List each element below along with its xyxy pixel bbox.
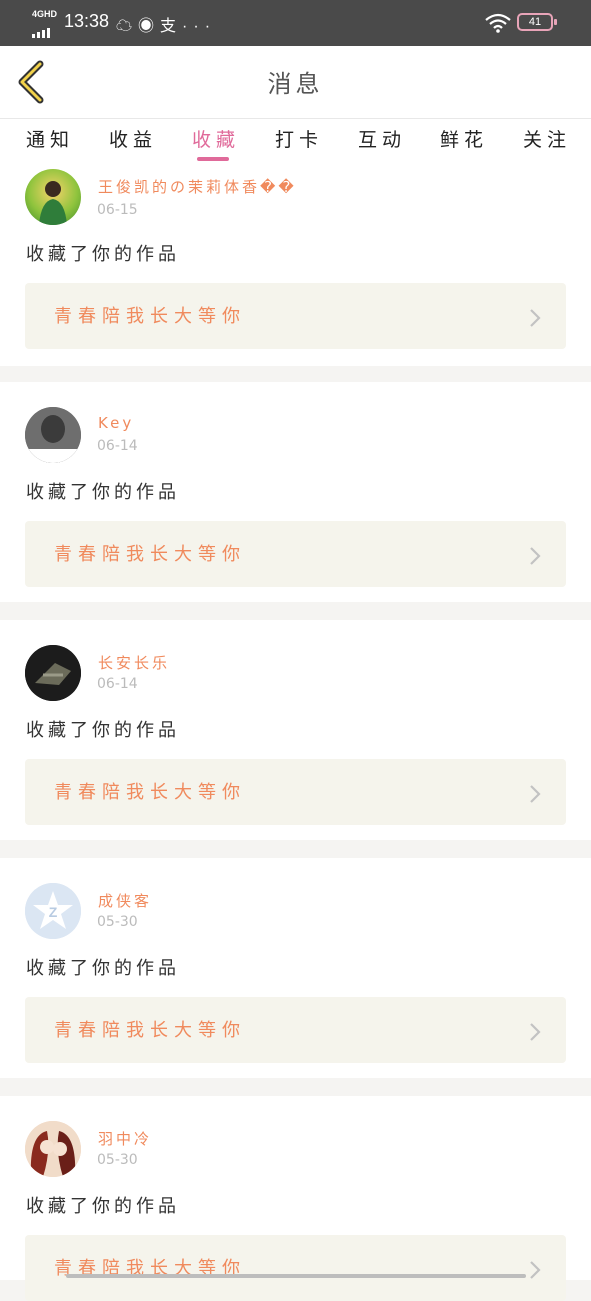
battery-icon: 41	[517, 13, 557, 31]
username[interactable]: 王俊凯的の茉莉体香��	[98, 176, 297, 197]
avatar[interactable]	[25, 645, 81, 701]
work-link[interactable]: 青春陪我长大等你	[25, 1235, 566, 1301]
avatar[interactable]	[25, 407, 81, 463]
work-link[interactable]: 青春陪我长大等你	[25, 759, 566, 825]
action-text: 收藏了你的作品	[26, 958, 180, 979]
list-item: 羽中冷 05-30 收藏了你的作品 青春陪我长大等你	[0, 1096, 591, 1301]
tab-notifications[interactable]: 通知	[26, 125, 74, 152]
avatar[interactable]	[25, 1121, 81, 1177]
chevron-right-icon	[530, 785, 541, 803]
svg-text:Z: Z	[49, 904, 58, 920]
more-dots-icon: ···	[182, 18, 217, 35]
list-item: 王俊凯的の茉莉体香�� 06-15 收藏了你的作品 青春陪我长大等你	[0, 164, 591, 366]
tab-flowers[interactable]: 鲜花	[440, 125, 488, 152]
message-date: 06-15	[97, 202, 138, 218]
avatar[interactable]: Z	[25, 883, 81, 939]
tab-bar: 通知 收益 收藏 打卡 互动 鲜花 关注	[0, 118, 591, 164]
message-date: 06-14	[97, 676, 138, 692]
cloud-icon: ☁	[116, 18, 139, 35]
active-tab-indicator	[197, 157, 229, 161]
message-date: 05-30	[97, 1152, 138, 1168]
work-link[interactable]: 青春陪我长大等你	[25, 521, 566, 587]
tab-earnings[interactable]: 收益	[109, 125, 157, 152]
home-indicator[interactable]	[66, 1274, 526, 1278]
tab-interactions[interactable]: 互动	[358, 125, 406, 152]
avatar[interactable]	[25, 169, 81, 225]
chevron-right-icon	[530, 1261, 541, 1279]
message-date: 05-30	[97, 914, 138, 930]
work-link[interactable]: 青春陪我长大等你	[25, 283, 566, 349]
tab-favorites[interactable]: 收藏	[192, 125, 240, 152]
alipay-icon: 支	[160, 18, 183, 35]
action-text: 收藏了你的作品	[26, 482, 180, 503]
tab-checkin[interactable]: 打卡	[275, 125, 323, 152]
notification-icons: ☁◉支···	[116, 12, 216, 36]
wifi-icon	[485, 13, 511, 33]
work-title: 青春陪我长大等你	[54, 306, 246, 327]
chevron-right-icon	[530, 1023, 541, 1041]
chevron-right-icon	[530, 547, 541, 565]
action-text: 收藏了你的作品	[26, 720, 180, 741]
action-text: 收藏了你的作品	[26, 1196, 180, 1217]
work-title: 青春陪我长大等你	[54, 544, 246, 565]
username[interactable]: 长安长乐	[98, 652, 170, 673]
header: 消息	[0, 46, 591, 118]
work-title: 青春陪我长大等你	[54, 782, 246, 803]
cat-app-icon: ◉	[138, 18, 161, 35]
username[interactable]: 羽中冷	[98, 1128, 152, 1149]
status-time: 13:38	[64, 11, 110, 31]
action-text: 收藏了你的作品	[26, 244, 180, 265]
signal-icon: 4GHD	[32, 9, 58, 38]
username[interactable]: 成侠客	[98, 890, 152, 911]
list-item: 长安长乐 06-14 收藏了你的作品 青春陪我长大等你	[0, 620, 591, 840]
chevron-right-icon	[530, 309, 541, 327]
work-link[interactable]: 青春陪我长大等你	[25, 997, 566, 1063]
work-title: 青春陪我长大等你	[54, 1020, 246, 1041]
page-title: 消息	[267, 70, 324, 98]
list-item: Key 06-14 收藏了你的作品 青春陪我长大等你	[0, 382, 591, 602]
tab-follows[interactable]: 关注	[523, 125, 571, 152]
list-item: Z 成侠客 05-30 收藏了你的作品 青春陪我长大等你	[0, 858, 591, 1078]
message-date: 06-14	[97, 438, 138, 454]
username[interactable]: Key	[98, 414, 134, 432]
status-bar: 4GHD 13:38 ☁◉支··· 41	[0, 0, 591, 46]
